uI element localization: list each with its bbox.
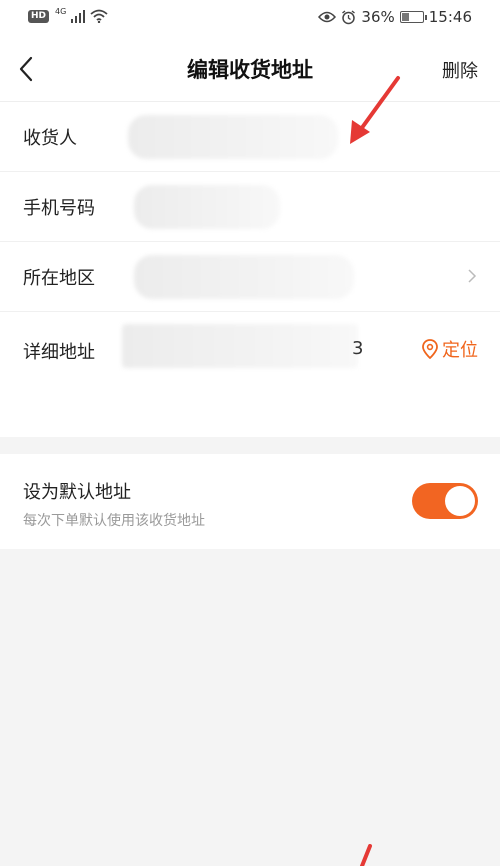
locate-button[interactable]: 定位 (421, 336, 478, 362)
chevron-right-icon (468, 269, 477, 283)
alarm-icon (342, 9, 356, 24)
status-bar: HD 4G 36% 15:46 (0, 0, 500, 36)
recipient-label: 收货人 (23, 127, 77, 149)
locate-label: 定位 (442, 340, 478, 361)
signal-icon (71, 9, 86, 23)
location-pin-icon (422, 339, 438, 359)
battery-fill (401, 13, 409, 21)
detail-label: 详细地址 (23, 342, 95, 363)
clock: 15:46 (428, 8, 472, 26)
default-address-title: 设为默认地址 (23, 482, 131, 503)
status-left: HD 4G (28, 6, 108, 23)
detail-input[interactable] (122, 324, 358, 368)
region-row[interactable]: 所在地区 (0, 242, 500, 312)
eye-icon (318, 11, 337, 23)
address-form: 收货人 手机号码 所在地区 详细地址 3 定位 (0, 102, 500, 437)
phone-input[interactable] (134, 185, 280, 229)
status-right: 36% 15:46 (318, 8, 472, 26)
region-label: 所在地区 (23, 267, 95, 289)
section-gap (0, 437, 500, 454)
battery-percent: 36% (361, 8, 395, 26)
default-address-toggle[interactable] (412, 483, 478, 519)
phone-row[interactable]: 手机号码 (0, 172, 500, 242)
default-address-section: 设为默认地址 每次下单默认使用该收货地址 (0, 454, 500, 549)
page-title: 编辑收货地址 (187, 58, 313, 82)
recipient-row[interactable]: 收货人 (0, 102, 500, 172)
delete-button[interactable]: 删除 (442, 57, 478, 83)
toggle-knob (445, 486, 475, 516)
default-address-subtitle: 每次下单默认使用该收货地址 (23, 513, 205, 529)
annotation-arrow-bottom (360, 844, 372, 866)
region-input[interactable] (134, 255, 354, 299)
detail-row[interactable]: 详细地址 3 定位 (0, 312, 500, 437)
recipient-input[interactable] (128, 115, 338, 159)
detail-trailing-text: 3 (352, 338, 364, 359)
nav-bar: 编辑收货地址 删除 (0, 36, 500, 102)
phone-label: 手机号码 (23, 197, 95, 219)
network-label: 4G (55, 6, 67, 16)
wifi-icon (90, 9, 108, 23)
battery-icon (399, 11, 427, 23)
hd-badge: HD (28, 9, 50, 23)
